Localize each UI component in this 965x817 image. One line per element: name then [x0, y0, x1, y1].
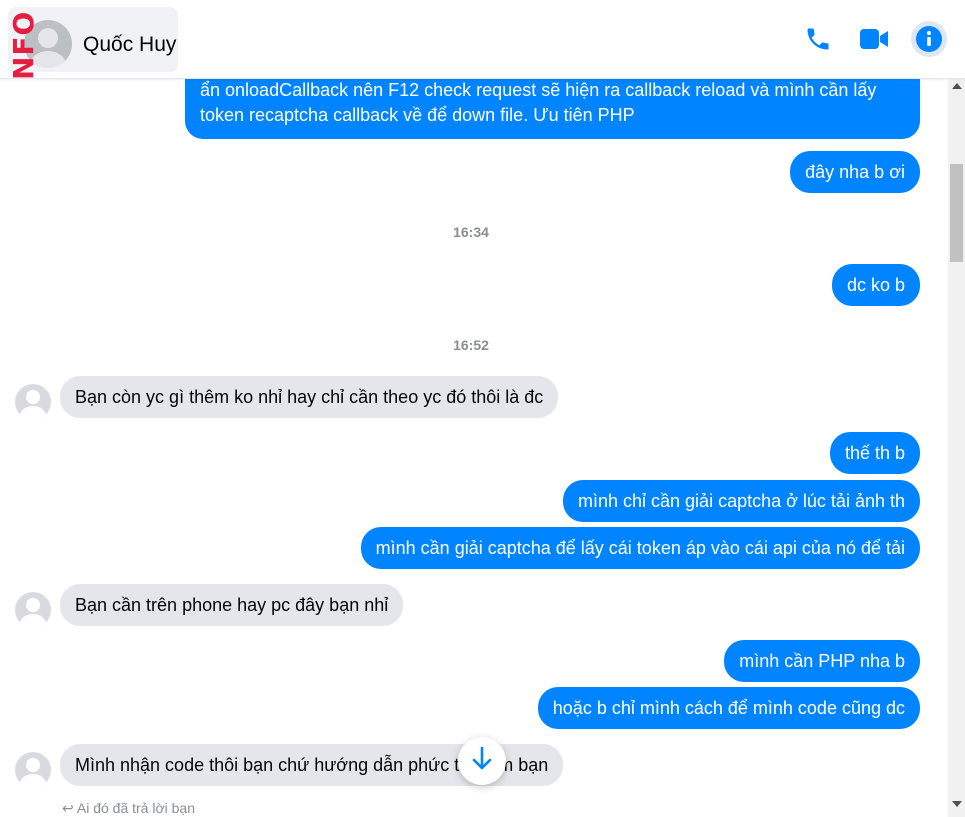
info-icon	[915, 25, 943, 58]
sender-avatar[interactable]	[15, 752, 51, 788]
timestamp: 16:52	[453, 337, 489, 353]
scroll-up-arrow-icon[interactable]	[952, 83, 962, 89]
outgoing-message[interactable]: đây nha b ơi	[790, 151, 920, 193]
arrow-down-icon	[471, 746, 493, 777]
message-thread[interactable]: ẩn onloadCallback nên F12 check request …	[0, 79, 948, 817]
phone-icon[interactable]	[801, 22, 835, 56]
sender-avatar[interactable]	[15, 592, 51, 628]
message-text-line: ẩn onloadCallback nên F12 check request …	[200, 80, 877, 100]
reply-hint-text: Ai đó đã trả lời bạn	[76, 800, 195, 816]
outgoing-message[interactable]: ẩn onloadCallback nên F12 check request …	[185, 79, 920, 139]
conversation-header: Quốc Huy NFO	[0, 0, 965, 80]
outgoing-message[interactable]: mình cần PHP nha b	[724, 640, 920, 682]
scroll-to-bottom-button[interactable]	[458, 737, 506, 785]
reply-hint: ↩ Ai đó đã trả lời bạn	[62, 800, 195, 817]
outgoing-message[interactable]: mình chỉ cần giải captcha ở lúc tải ảnh …	[563, 480, 920, 522]
overlay-watermark-text: NFO	[10, 10, 38, 80]
message-text-line: token recaptcha callback về để down file…	[200, 105, 635, 125]
reply-arrow-icon: ↩	[62, 800, 74, 816]
vertical-scrollbar[interactable]	[948, 79, 965, 817]
video-camera-icon[interactable]	[857, 22, 891, 56]
contact-name: Quốc Huy	[83, 33, 177, 56]
outgoing-message[interactable]: dc ko b	[831, 264, 920, 306]
timestamp: 16:34	[453, 224, 489, 240]
incoming-message[interactable]: Bạn cần trên phone hay pc đây bạn nhỉ	[60, 584, 404, 626]
scroll-down-arrow-icon[interactable]	[952, 801, 962, 807]
info-button[interactable]	[911, 21, 947, 57]
sender-avatar[interactable]	[15, 384, 51, 420]
incoming-message[interactable]: Bạn còn yc gì thêm ko nhỉ hay chỉ cần th…	[60, 376, 559, 418]
outgoing-message[interactable]: thế th b	[829, 432, 920, 474]
outgoing-message[interactable]: hoặc b chỉ mình cách để mình code cũng d…	[537, 687, 920, 729]
outgoing-message[interactable]: mình cần giải captcha để lấy cái token á…	[360, 527, 920, 569]
scrollbar-thumb[interactable]	[950, 164, 963, 262]
